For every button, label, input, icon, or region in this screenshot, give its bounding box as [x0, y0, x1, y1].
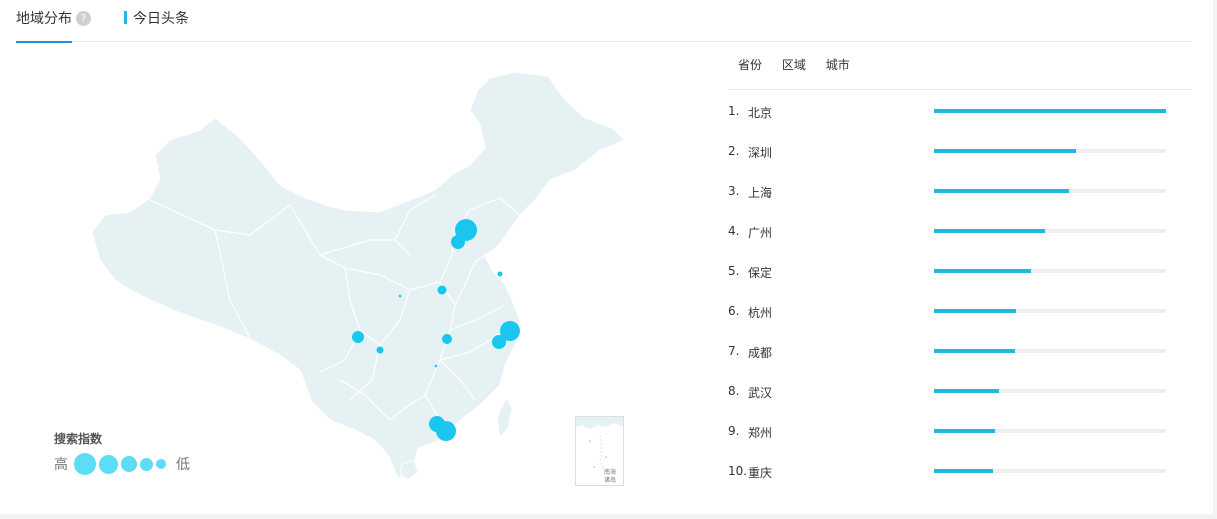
rank-bar-fill [934, 189, 1069, 193]
rank-bar-fill [934, 429, 996, 433]
tab-region-distribution[interactable]: 地域分布? [16, 8, 91, 43]
rank-city: 杭州 [748, 306, 773, 320]
rank-bar-fill [934, 389, 999, 393]
rank-bar-fill [934, 109, 1166, 113]
ranking-list: 1. 北京 2. 深圳 3. 上海 4. 广州 5. 保定 6. 杭州 7. 成都 8. 武汉 9. 郑州 10. 重… [728, 90, 1192, 490]
rank-bar-fill [934, 229, 1046, 233]
region-distribution-card: 地域分布? 今日头条 搜索指数 高 低 南海 诸岛 省份 区域 城市 1. 北京… [0, 0, 1217, 514]
rank-city: 郑州 [748, 426, 773, 440]
tab-region-label: 地域分布 [16, 11, 72, 27]
source-indicator: 今日头条 [124, 8, 189, 28]
ranking-row: 2. 深圳 [728, 130, 1192, 170]
rank-bar-track [934, 189, 1166, 193]
rank-city: 保定 [748, 266, 773, 280]
bubble-changsha [434, 364, 438, 368]
map-legend: 搜索指数 高 低 [54, 430, 190, 475]
rank-bar-fill [934, 149, 1076, 153]
bubble-hangzhou [492, 335, 506, 349]
ranking-row: 7. 成都 [728, 330, 1192, 370]
rank-bar-track [934, 309, 1166, 313]
legend-title: 搜索指数 [54, 432, 103, 446]
ranking-row: 10. 重庆 [728, 450, 1192, 490]
source-label: 今日头条 [133, 11, 189, 27]
inset-label-line1: 南海 [604, 468, 616, 476]
tab-city[interactable]: 城市 [826, 58, 850, 72]
legend-dot-4 [140, 457, 153, 471]
bubble-baoding [451, 235, 465, 249]
ranking-row: 1. 北京 [728, 90, 1192, 130]
rank-city: 深圳 [748, 146, 773, 160]
bubble-qingdao [497, 271, 503, 277]
rank-city: 广州 [748, 226, 773, 240]
rank-bar-track [934, 269, 1166, 273]
rank-number: 6. [728, 304, 740, 318]
tab-province[interactable]: 省份 [738, 58, 762, 72]
legend-low-label: 低 [176, 457, 190, 473]
rank-bar-track [934, 389, 1166, 393]
rank-city: 重庆 [748, 466, 773, 480]
ranking-row: 9. 郑州 [728, 410, 1192, 450]
bubble-xian [398, 294, 402, 298]
help-icon[interactable]: ? [76, 11, 91, 26]
rank-city: 成都 [748, 346, 773, 360]
ranking-row: 3. 上海 [728, 170, 1192, 210]
rank-city: 武汉 [748, 386, 773, 400]
rank-number: 2. [728, 144, 740, 158]
rank-number: 9. [728, 424, 740, 438]
bubble-chongqing [376, 346, 384, 354]
ranking-row: 6. 杭州 [728, 290, 1192, 330]
rank-number: 8. [728, 384, 740, 398]
source-color-marker [124, 11, 127, 24]
rank-bar-fill [934, 269, 1032, 273]
south-china-sea-inset: 南海 诸岛 [575, 416, 624, 486]
header-tabs: 地域分布? 今日头条 [16, 0, 1192, 43]
ranking-tabs: 省份 区域 城市 [728, 56, 1192, 90]
tab-region[interactable]: 区域 [782, 58, 806, 72]
bubble-zhengzhou [437, 285, 447, 295]
rank-bar-track [934, 149, 1166, 153]
ranking-row: 5. 保定 [728, 250, 1192, 290]
inset-label-line2: 诸岛 [604, 476, 616, 484]
rank-bar-track [934, 429, 1166, 433]
rank-bar-fill [934, 349, 1016, 353]
rank-number: 5. [728, 264, 740, 278]
rank-bar-track [934, 349, 1166, 353]
rank-bar-track [934, 109, 1166, 113]
map-outline [91, 71, 626, 481]
legend-dot-3 [121, 456, 137, 472]
bubble-chengdu [352, 331, 364, 343]
rank-number: 7. [728, 344, 740, 358]
legend-dot-2 [99, 454, 118, 474]
rank-bar-fill [934, 469, 994, 473]
legend-dot-5 [156, 459, 166, 469]
rank-number: 4. [728, 224, 740, 238]
rank-bar-track [934, 469, 1166, 473]
bubble-wuhan [442, 334, 452, 344]
rank-number: 1. [728, 104, 740, 118]
legend-dot-1 [74, 453, 96, 475]
rank-number: 3. [728, 184, 740, 198]
rank-bar-fill [934, 309, 1017, 313]
legend-scale: 高 低 [54, 453, 190, 475]
rank-city: 上海 [748, 186, 773, 200]
rank-bar-track [934, 229, 1166, 233]
bubble-guangzhou [429, 416, 445, 432]
rank-number: 10. [728, 464, 748, 478]
ranking-row: 4. 广州 [728, 210, 1192, 250]
legend-high-label: 高 [54, 457, 68, 473]
rank-city: 北京 [748, 106, 773, 120]
inset-map: 南海 诸岛 [576, 417, 623, 484]
ranking-panel: 省份 区域 城市 1. 北京 2. 深圳 3. 上海 4. 广州 5. 保定 6. 杭州 7. 成都 8. 武… [728, 56, 1192, 490]
ranking-row: 8. 武汉 [728, 370, 1192, 410]
